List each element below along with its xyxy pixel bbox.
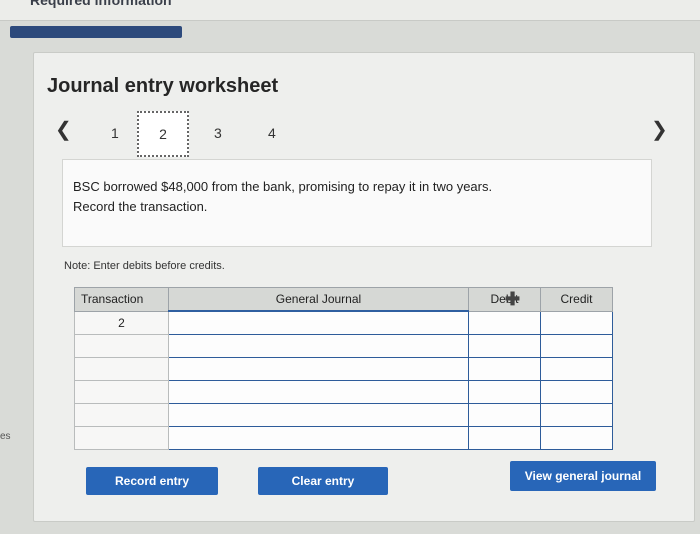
- step-4[interactable]: 4: [268, 125, 276, 141]
- plus-icon[interactable]: ✚: [505, 289, 520, 310]
- col-credit: Credit: [540, 287, 613, 312]
- transaction-description: BSC borrowed $48,000 from the bank, prom…: [62, 159, 652, 247]
- debit-input[interactable]: [468, 403, 541, 427]
- page-header-title: Required information: [30, 0, 172, 8]
- col-general-journal-label: General Journal: [275, 292, 362, 306]
- credit-input[interactable]: [540, 403, 613, 427]
- transaction-cell: [74, 403, 169, 427]
- entry-note: Note: Enter debits before credits.: [64, 260, 225, 272]
- journal-table: Transaction General Journal ✚ Debit Cred…: [74, 287, 613, 450]
- clear-entry-button[interactable]: Clear entry: [258, 467, 388, 495]
- credit-input[interactable]: [540, 426, 613, 450]
- table-header-row: Transaction General Journal ✚ Debit Cred…: [74, 287, 613, 312]
- record-entry-button[interactable]: Record entry: [86, 467, 218, 495]
- col-general-journal: General Journal ✚: [168, 287, 520, 312]
- description-line-2: Record the transaction.: [73, 199, 208, 214]
- table-row: [74, 357, 613, 381]
- debit-input[interactable]: [468, 357, 541, 381]
- top-strip: Required information: [0, 0, 700, 21]
- step-2-active[interactable]: 2: [137, 111, 189, 157]
- credit-input[interactable]: [540, 334, 613, 358]
- credit-input[interactable]: [540, 310, 613, 335]
- credit-input[interactable]: [540, 357, 613, 381]
- journal-worksheet-panel: Journal entry worksheet ❮ 1 2 3 4 ❯ BSC …: [33, 52, 695, 522]
- worksheet-title: Journal entry worksheet: [47, 75, 279, 97]
- transaction-cell: [74, 426, 169, 450]
- general-journal-input[interactable]: [168, 334, 469, 358]
- debit-input[interactable]: [468, 334, 541, 358]
- side-label: es: [0, 431, 11, 442]
- debit-input[interactable]: [468, 310, 541, 335]
- table-row: [74, 380, 613, 404]
- credit-input[interactable]: [540, 380, 613, 404]
- general-journal-input[interactable]: [168, 310, 469, 335]
- general-journal-input[interactable]: [168, 426, 469, 450]
- transaction-cell: [74, 334, 169, 358]
- table-row: [74, 334, 613, 358]
- general-journal-input[interactable]: [168, 403, 469, 427]
- debit-input[interactable]: [468, 380, 541, 404]
- transaction-cell: [74, 357, 169, 381]
- step-3[interactable]: 3: [214, 125, 222, 141]
- general-journal-input[interactable]: [168, 357, 469, 381]
- transaction-cell: 2: [74, 310, 169, 335]
- chevron-left-icon[interactable]: ❮: [55, 117, 72, 142]
- col-transaction: Transaction: [74, 287, 169, 312]
- progress-bar: [10, 26, 182, 38]
- table-row: [74, 426, 613, 450]
- view-general-journal-button[interactable]: View general journal: [510, 461, 656, 491]
- description-line-1: BSC borrowed $48,000 from the bank, prom…: [73, 179, 493, 194]
- step-1[interactable]: 1: [111, 125, 119, 141]
- table-row: [74, 403, 613, 427]
- debit-input[interactable]: [468, 426, 541, 450]
- step-2-label: 2: [159, 126, 167, 142]
- journal-table-wrap: Transaction General Journal ✚ Debit Cred…: [74, 287, 613, 450]
- chevron-right-icon[interactable]: ❯: [651, 117, 668, 142]
- general-journal-input[interactable]: [168, 380, 469, 404]
- table-row: 2: [74, 310, 613, 335]
- transaction-cell: [74, 380, 169, 404]
